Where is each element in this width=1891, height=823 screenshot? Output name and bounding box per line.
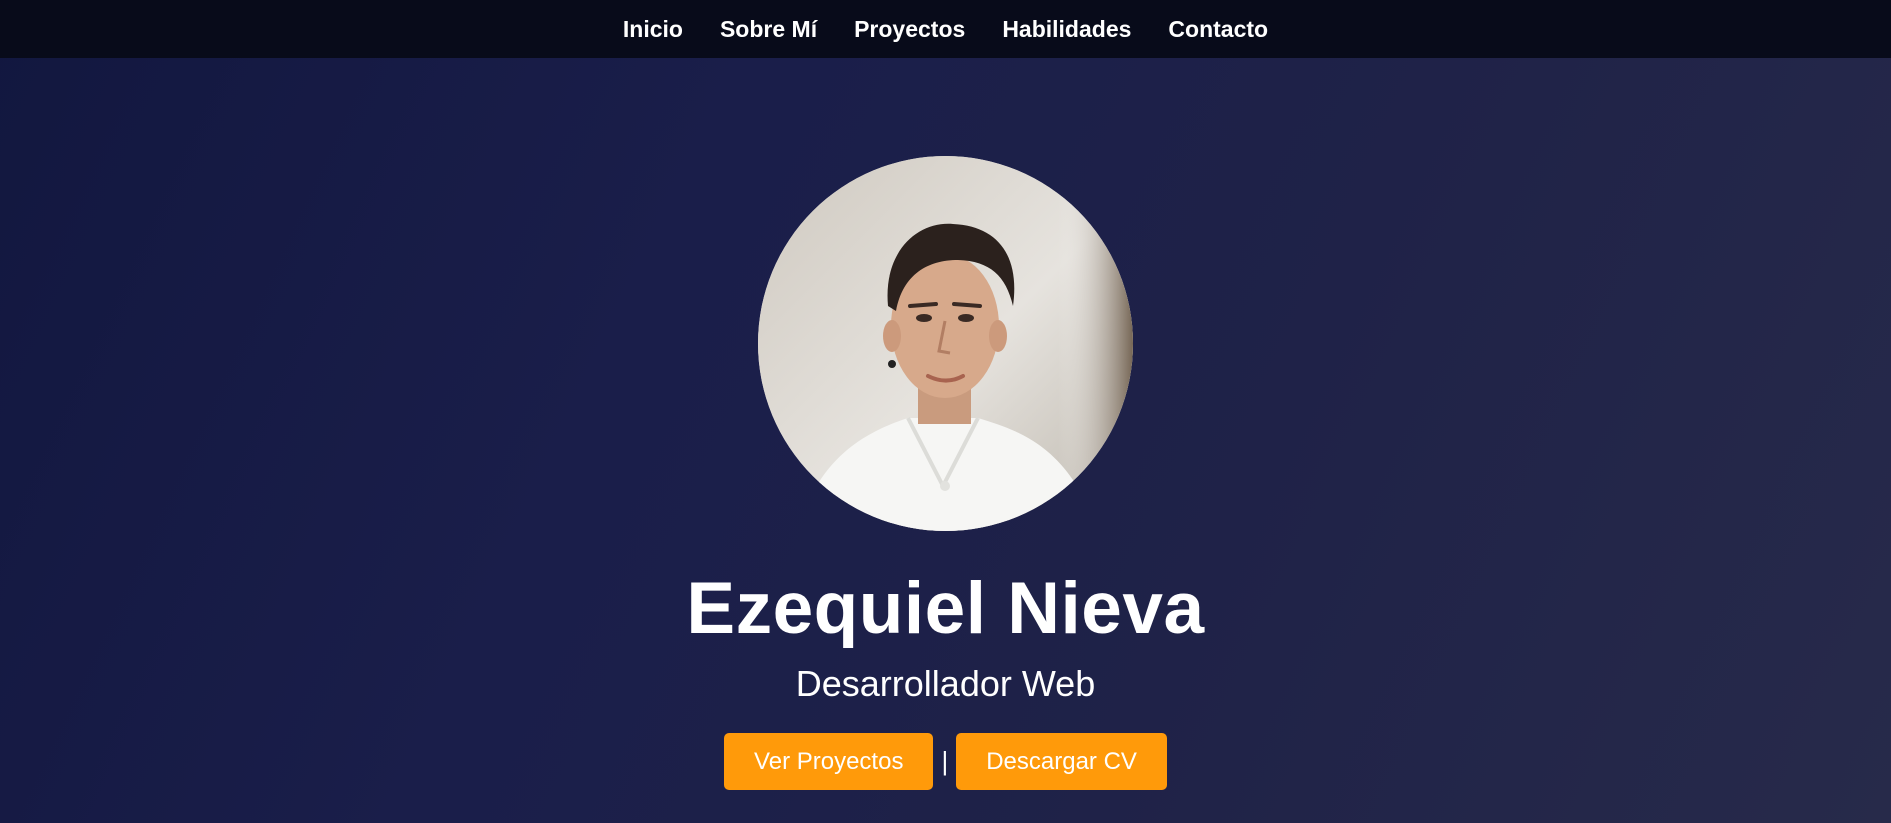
profile-photo: [758, 156, 1133, 531]
hero-name: Ezequiel Nieva: [686, 568, 1205, 649]
nav-link-inicio[interactable]: Inicio: [604, 0, 701, 58]
nav-link-habilidades[interactable]: Habilidades: [984, 0, 1150, 58]
hero-actions: Ver Proyectos | Descargar CV: [724, 733, 1167, 790]
nav-link-proyectos[interactable]: Proyectos: [836, 0, 984, 58]
nav-link-contacto[interactable]: Contacto: [1150, 0, 1287, 58]
view-projects-button[interactable]: Ver Proyectos: [724, 733, 934, 790]
hero-section: Ezequiel Nieva Desarrollador Web Ver Pro…: [0, 58, 1891, 823]
profile-photo-illustration: [758, 156, 1133, 531]
nav-link-sobre-mi[interactable]: Sobre Mí: [701, 0, 835, 58]
download-cv-button[interactable]: Descargar CV: [956, 733, 1167, 790]
button-separator: |: [941, 746, 949, 776]
top-navbar: Inicio Sobre Mí Proyectos Habilidades Co…: [0, 0, 1891, 58]
hero-role: Desarrollador Web: [795, 663, 1096, 704]
nav-list: Inicio Sobre Mí Proyectos Habilidades Co…: [604, 0, 1286, 58]
